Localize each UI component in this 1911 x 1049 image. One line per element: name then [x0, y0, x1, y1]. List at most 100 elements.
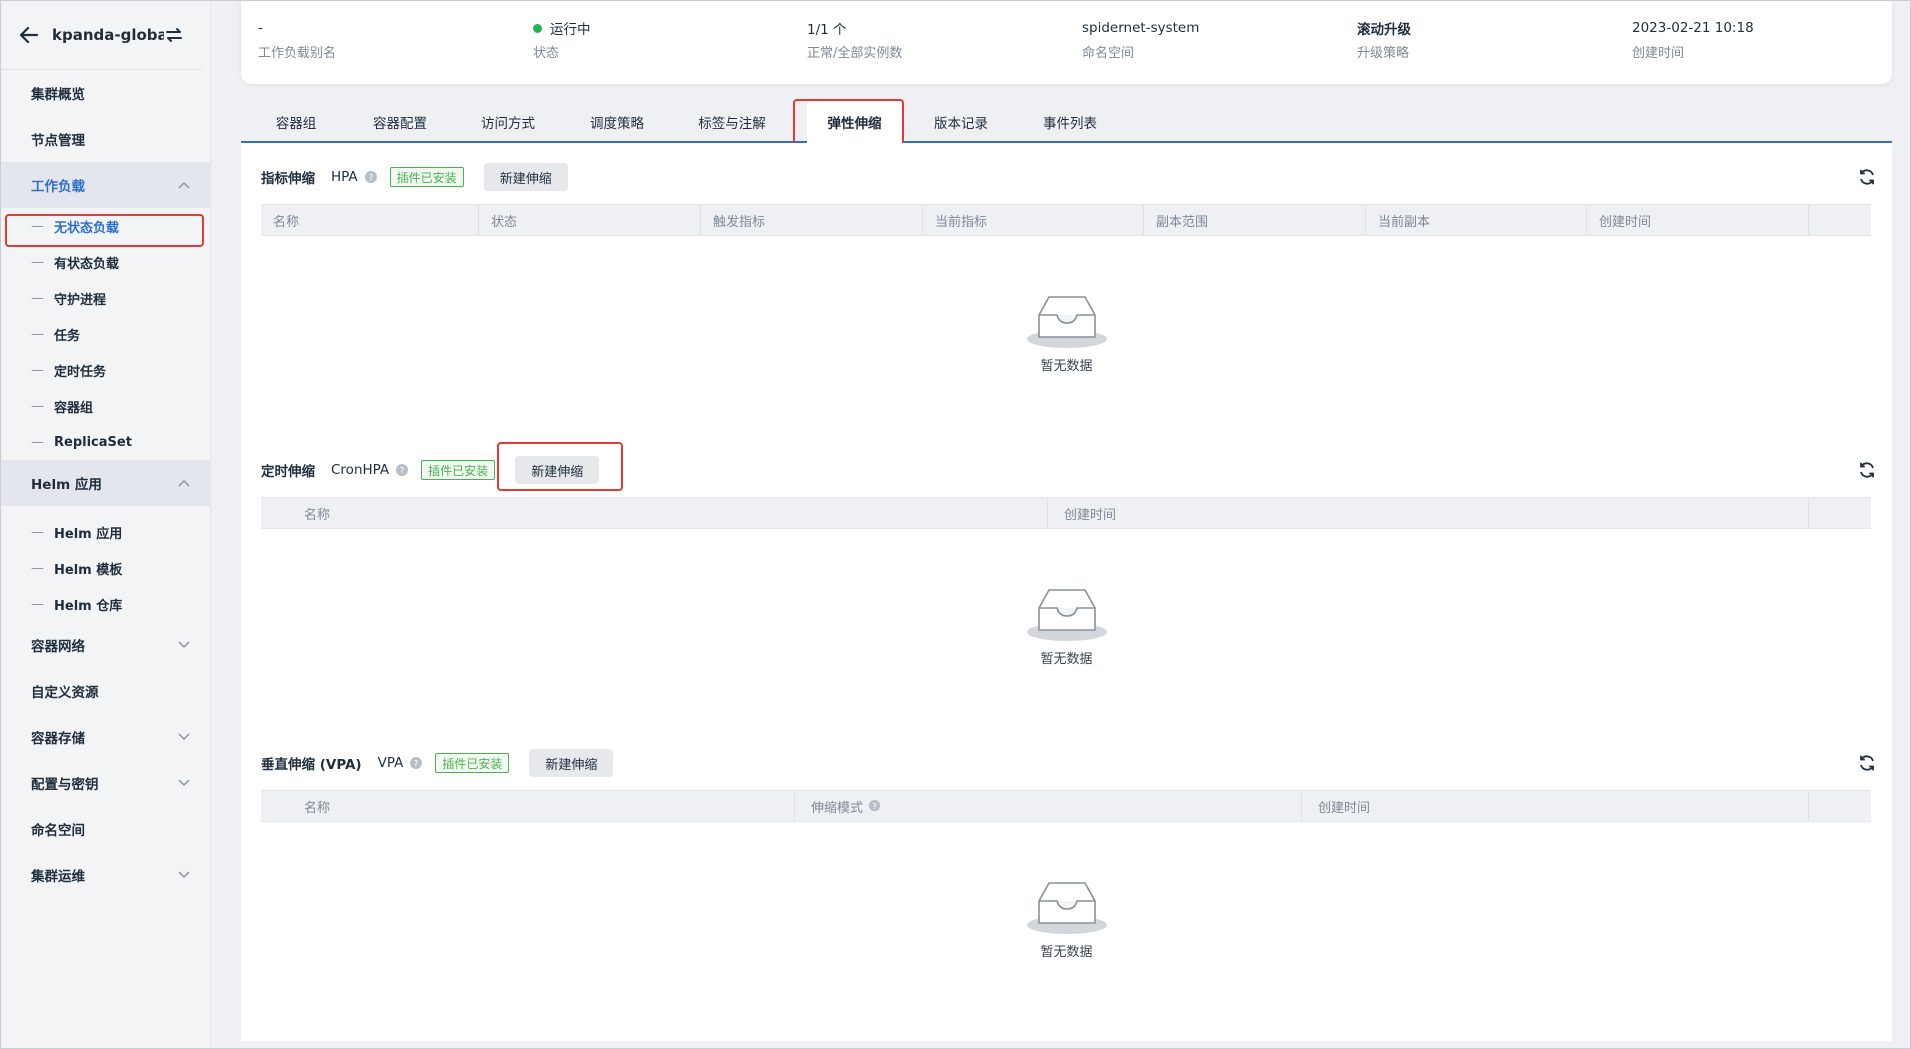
help-icon[interactable]: ? [364, 170, 378, 184]
help-icon[interactable]: ? [868, 799, 882, 813]
refresh-icon[interactable] [1857, 460, 1877, 480]
info-status: 运行中 状态 [533, 18, 591, 61]
info-created: 2023-02-21 10:18 创建时间 [1632, 18, 1754, 61]
nav-label: 容器网络 [31, 639, 85, 655]
created-label: 创建时间 [1632, 46, 1685, 61]
refresh-icon[interactable] [1857, 167, 1877, 187]
column-header[interactable]: 状态 [479, 205, 701, 235]
nav-label: Helm 应用 [54, 526, 123, 542]
vpa-empty-state: 暂无数据 [241, 879, 1892, 960]
replicas-label: 正常/全部实例数 [807, 46, 903, 61]
nav-label: 自定义资源 [31, 685, 99, 701]
nav-label: 集群概览 [31, 87, 85, 103]
nav-label: 定时任务 [54, 364, 107, 380]
column-header-scaling-mode[interactable]: 伸缩模式 ? [795, 791, 1302, 821]
empty-text: 暂无数据 [1040, 359, 1093, 374]
cronhpa-kind: CronHPA [331, 462, 390, 478]
svg-text:?: ? [414, 760, 419, 770]
back-arrow-icon[interactable] [18, 24, 40, 46]
sidebar-item-network[interactable]: 容器网络 [0, 622, 210, 668]
empty-text: 暂无数据 [1040, 652, 1093, 667]
sidebar-item-cluster-overview[interactable]: 集群概览 [0, 70, 210, 116]
tab-pods[interactable]: 容器组 [260, 100, 332, 143]
new-hpa-button[interactable]: 新建伸缩 [483, 163, 568, 191]
new-vpa-button[interactable]: 新建伸缩 [529, 749, 614, 777]
sidebar-item-workloads[interactable]: 工作负载 [0, 162, 210, 208]
switch-cluster-icon[interactable] [164, 25, 184, 45]
dash-marker: — [31, 326, 44, 342]
tab-labels-annotations[interactable]: 标签与注解 [681, 100, 783, 143]
tab-container-config[interactable]: 容器配置 [355, 100, 445, 143]
sidebar-subitem-pods[interactable]: — 容器组 [0, 388, 210, 424]
dash-marker: — [31, 560, 44, 576]
sidebar-subitem-helm-charts[interactable]: — Helm 模板 [0, 550, 210, 586]
dash-marker: — [31, 524, 44, 540]
sidebar-subitem-daemonsets[interactable]: — 守护进程 [0, 280, 210, 316]
sidebar-item-crd[interactable]: 自定义资源 [0, 668, 210, 714]
chevron-down-icon [178, 777, 190, 789]
vpa-title: 垂直伸缩 (VPA) [261, 757, 362, 773]
chevron-up-icon [178, 179, 190, 191]
help-icon[interactable]: ? [395, 463, 409, 477]
sidebar-subitem-helm-repos[interactable]: — Helm 仓库 [0, 586, 210, 622]
created-value: 2023-02-21 10:18 [1632, 20, 1754, 36]
highlight-box-deployments [5, 214, 204, 247]
plugin-installed-badge: 插件已安装 [435, 753, 510, 773]
sidebar-subitem-cronjobs[interactable]: — 定时任务 [0, 352, 210, 388]
sidebar-subitem-replicasets[interactable]: — ReplicaSet [0, 424, 210, 460]
tab-events[interactable]: 事件列表 [1025, 100, 1115, 143]
sidebar: kpanda-global-... 集群概览 节点管理 工作负载 —无状态负载 … [0, 0, 211, 1049]
column-header[interactable]: 创建时间 [1587, 205, 1809, 235]
replicas-value: 1/1 个 [807, 22, 847, 38]
sidebar-subitem-statefulsets[interactable]: — 有状态负载 [0, 244, 210, 280]
column-header[interactable]: 创建时间 [1048, 498, 1809, 528]
tab-access[interactable]: 访问方式 [463, 100, 553, 143]
info-namespace: spidernet-system 命名空间 [1082, 18, 1199, 61]
nav-label: Helm 仓库 [54, 598, 123, 614]
cronhpa-title: 定时伸缩 [261, 464, 315, 480]
nav-label: ReplicaSet [54, 434, 132, 450]
detail-tabs: 容器组 容器配置 访问方式 调度策略 标签与注解 弹性伸缩 版本记录 事件列表 [241, 100, 1892, 143]
dash-marker: — [31, 290, 44, 306]
column-header[interactable]: 触发指标 [701, 205, 923, 235]
nav-label: Helm 模板 [54, 562, 123, 578]
refresh-icon[interactable] [1857, 753, 1877, 773]
sidebar-item-config-secrets[interactable]: 配置与密钥 [0, 760, 210, 806]
namespace-label: 命名空间 [1082, 46, 1135, 61]
column-header[interactable]: 名称 [261, 498, 1048, 528]
sidebar-item-cluster-ops[interactable]: 集群运维 [0, 852, 210, 898]
plugin-installed-badge: 插件已安装 [389, 167, 464, 187]
nav-label: 配置与密钥 [31, 777, 99, 793]
sidebar-subitem-helm-apps[interactable]: — Helm 应用 [0, 514, 210, 550]
svg-text:?: ? [368, 174, 373, 184]
column-header[interactable]: 当前副本 [1366, 205, 1587, 235]
status-dot-icon [533, 23, 542, 33]
status-label: 状态 [533, 46, 560, 61]
sidebar-item-helm[interactable]: Helm 应用 [0, 460, 210, 506]
chevron-down-icon [178, 731, 190, 743]
vpa-table-header: 名称 伸缩模式 ? 创建时间 [261, 790, 1871, 822]
chevron-down-icon [178, 869, 190, 881]
nav-label: 命名空间 [31, 823, 85, 839]
nav-label: 守护进程 [54, 292, 107, 308]
column-header[interactable]: 当前指标 [923, 205, 1144, 235]
dash-marker: — [31, 434, 44, 450]
tab-scheduling[interactable]: 调度策略 [572, 100, 662, 143]
column-header[interactable]: 名称 [261, 791, 795, 821]
nav-label: 有状态负载 [54, 256, 120, 272]
sidebar-subitem-jobs[interactable]: — 任务 [0, 316, 210, 352]
help-icon[interactable]: ? [409, 756, 423, 770]
sidebar-item-namespaces[interactable]: 命名空间 [0, 806, 210, 852]
sidebar-item-storage[interactable]: 容器存储 [0, 714, 210, 760]
column-header[interactable]: 名称 [261, 205, 479, 235]
column-header[interactable]: 副本范围 [1144, 205, 1366, 235]
sidebar-item-nodes[interactable]: 节点管理 [0, 116, 210, 162]
tab-revisions[interactable]: 版本记录 [916, 100, 1006, 143]
column-header[interactable]: 创建时间 [1302, 791, 1809, 821]
column-header-actions [1809, 791, 1871, 821]
highlight-box-autoscaling-tab [793, 99, 904, 146]
column-header-actions [1809, 498, 1871, 528]
strategy-label: 升级策略 [1357, 46, 1410, 61]
cluster-title: kpanda-global-... [52, 25, 164, 44]
